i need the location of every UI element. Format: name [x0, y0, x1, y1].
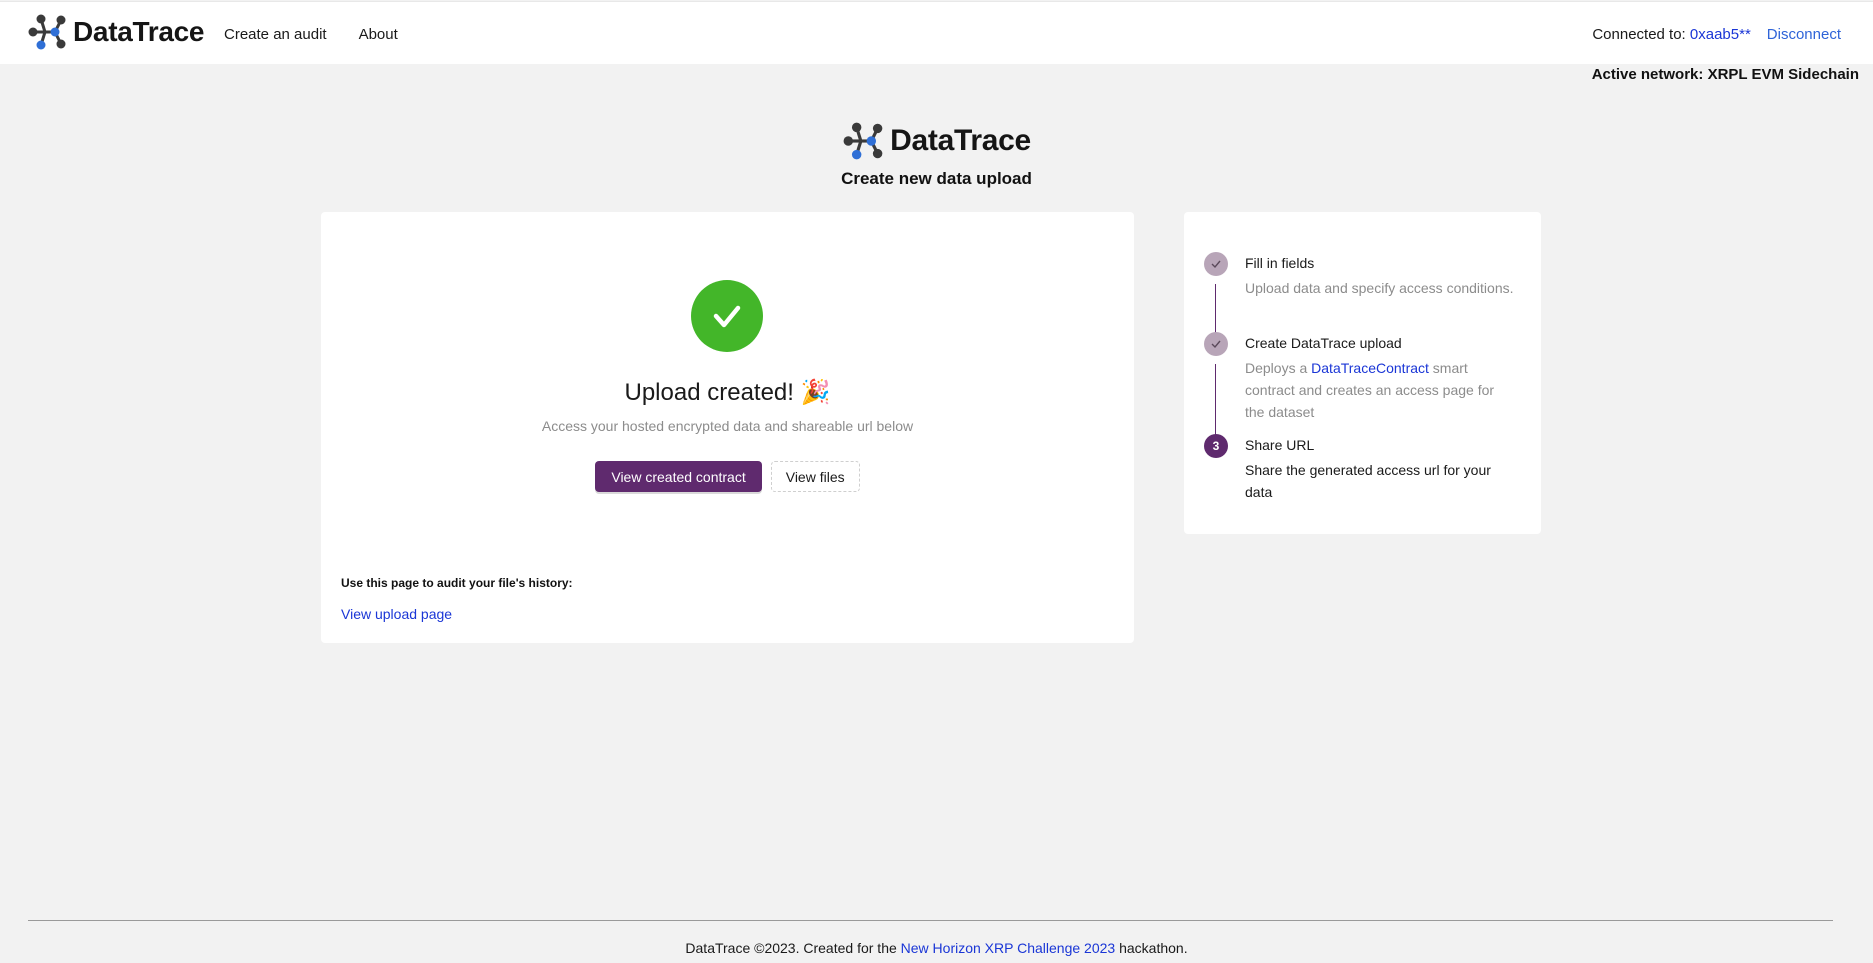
step-title: Create DataTrace upload: [1245, 335, 1402, 351]
header-logo-text: DataTrace: [73, 16, 205, 47]
footer-text: DataTrace ©2023. Created for the: [685, 940, 901, 956]
step-title: Share URL: [1245, 437, 1315, 453]
checkmark-icon: [713, 305, 741, 328]
wallet-address-link[interactable]: 0xaab5**: [1690, 26, 1751, 43]
result-actions: View created contract View files: [321, 461, 1134, 492]
footer: DataTrace ©2023. Created for the New Hor…: [0, 940, 1873, 956]
step-description: Upload data and specify access condition…: [1245, 280, 1514, 296]
connected-to-text: Connected to:: [1592, 26, 1686, 43]
footer-text: hackathon.: [1115, 940, 1188, 956]
wallet-connected-label: Connected to: 0xaab5**: [1592, 26, 1750, 43]
disconnect-button[interactable]: Disconnect: [1767, 26, 1841, 43]
result-title: Upload created! 🎉: [624, 379, 831, 406]
nav-about-link[interactable]: About: [359, 26, 398, 43]
header-logo[interactable]: DataTrace: [27, 12, 204, 52]
check-circle-icon: [691, 280, 763, 352]
step-connector: [1215, 284, 1216, 333]
wallet-status: Connected to: 0xaab5** Disconnect: [1592, 26, 1841, 43]
datatrace-contract-link[interactable]: DataTraceContract: [1311, 360, 1429, 376]
top-navbar: DataTrace Create an audit About Connecte…: [0, 1, 1873, 64]
main-nav: Create an audit About: [224, 26, 398, 43]
view-files-button[interactable]: View files: [770, 461, 860, 492]
view-upload-page-link[interactable]: View upload page: [341, 606, 452, 622]
nav-create-audit-link[interactable]: Create an audit: [224, 26, 327, 43]
result-description: Access your hosted encrypted data and sh…: [541, 418, 914, 434]
page-subtitle: Create new data upload: [841, 169, 1032, 188]
step-done-check-icon: [1204, 332, 1228, 356]
step-number-badge: 3: [1204, 434, 1228, 458]
step-done-check-icon: [1204, 252, 1228, 276]
hero-title: DataTrace: [890, 124, 1031, 157]
progress-steps-card: Fill in fields Upload data and specify a…: [1184, 212, 1541, 534]
audit-hint-label: Use this page to audit your file's histo…: [341, 576, 573, 590]
datatrace-logo-icon: [28, 14, 66, 50]
datatrace-logo-icon: [843, 122, 883, 160]
hero-logo: DataTrace: [842, 120, 1031, 162]
upload-result-card: Upload created! 🎉 Access your hosted enc…: [321, 212, 1134, 643]
footer-divider: [28, 920, 1833, 921]
challenge-link[interactable]: New Horizon XRP Challenge 2023: [901, 940, 1116, 956]
step-title: Fill in fields: [1245, 255, 1315, 271]
step-description: Share the generated access url for your …: [1245, 462, 1491, 500]
page-header: DataTrace Create new data upload: [0, 120, 1873, 189]
step-description-text: Deploys a: [1245, 360, 1312, 376]
view-contract-button[interactable]: View created contract: [595, 461, 762, 492]
step-description: Deploys a DataTraceContract smart contra…: [1245, 357, 1515, 423]
step-connector: [1215, 364, 1216, 435]
active-network-label: Active network: XRPL EVM Sidechain: [1591, 66, 1859, 83]
